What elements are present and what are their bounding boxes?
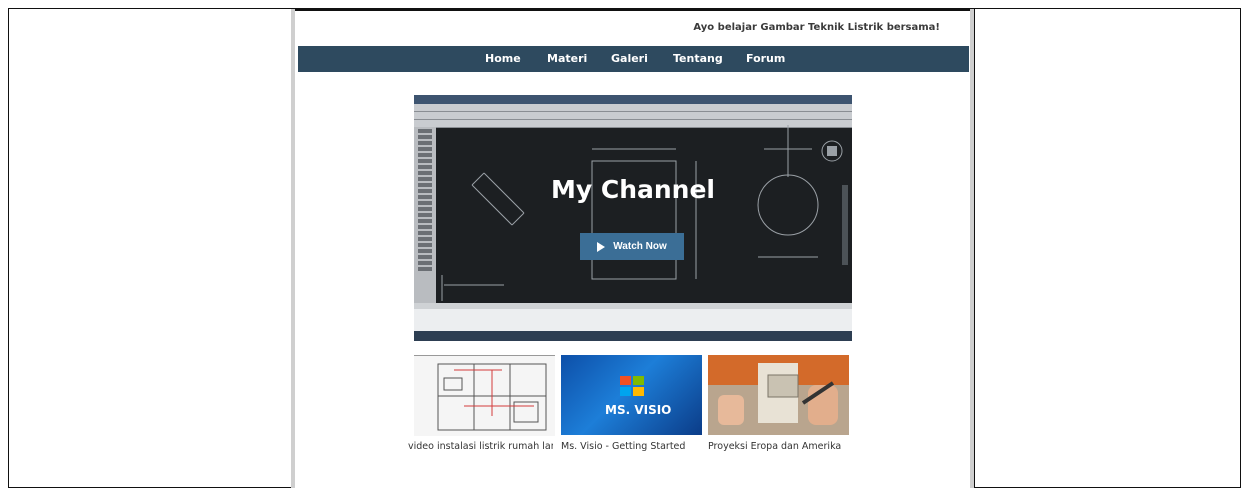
- windows-logo-icon: [620, 376, 644, 396]
- video-thumbnail-2[interactable]: MS. VISIO: [561, 355, 702, 435]
- web-page: Ayo belajar Gambar Teknik Listrik bersam…: [291, 9, 974, 488]
- wiring-diagram-thumbnail: [437, 363, 547, 431]
- watch-now-button[interactable]: Watch Now: [580, 233, 684, 260]
- nav-tentang[interactable]: Tentang: [673, 52, 723, 65]
- watch-now-label: Watch Now: [613, 241, 667, 252]
- thumbnail-caption-3[interactable]: Proyeksi Eropa dan Amerika: [708, 441, 853, 452]
- cad-command-line: [414, 309, 852, 331]
- thumbnail-caption-2[interactable]: Ms. Visio - Getting Started: [561, 441, 706, 452]
- hero-video-banner[interactable]: My Channel Watch Now: [414, 95, 852, 341]
- top-border: [295, 9, 970, 11]
- video-thumbnail-3[interactable]: [708, 355, 849, 435]
- main-navbar: Home Materi Galeri Tentang Forum: [298, 46, 969, 72]
- right-divider: [974, 8, 975, 488]
- hero-title: My Channel: [550, 175, 715, 204]
- visio-overlay-text: MS. VISIO: [605, 403, 672, 417]
- site-tagline: Ayo belajar Gambar Teknik Listrik bersam…: [693, 22, 940, 33]
- taskbar: [414, 331, 852, 341]
- play-icon: [597, 241, 606, 252]
- projection-thumbnail: [708, 355, 849, 425]
- nav-galeri[interactable]: Galeri: [611, 52, 648, 65]
- nav-forum[interactable]: Forum: [746, 52, 785, 65]
- nav-home[interactable]: Home: [485, 52, 521, 65]
- video-thumbnail-1[interactable]: [414, 355, 555, 436]
- nav-materi[interactable]: Materi: [547, 52, 587, 65]
- thumbnail-caption-1[interactable]: video instalasi listrik rumah lant...: [408, 441, 553, 452]
